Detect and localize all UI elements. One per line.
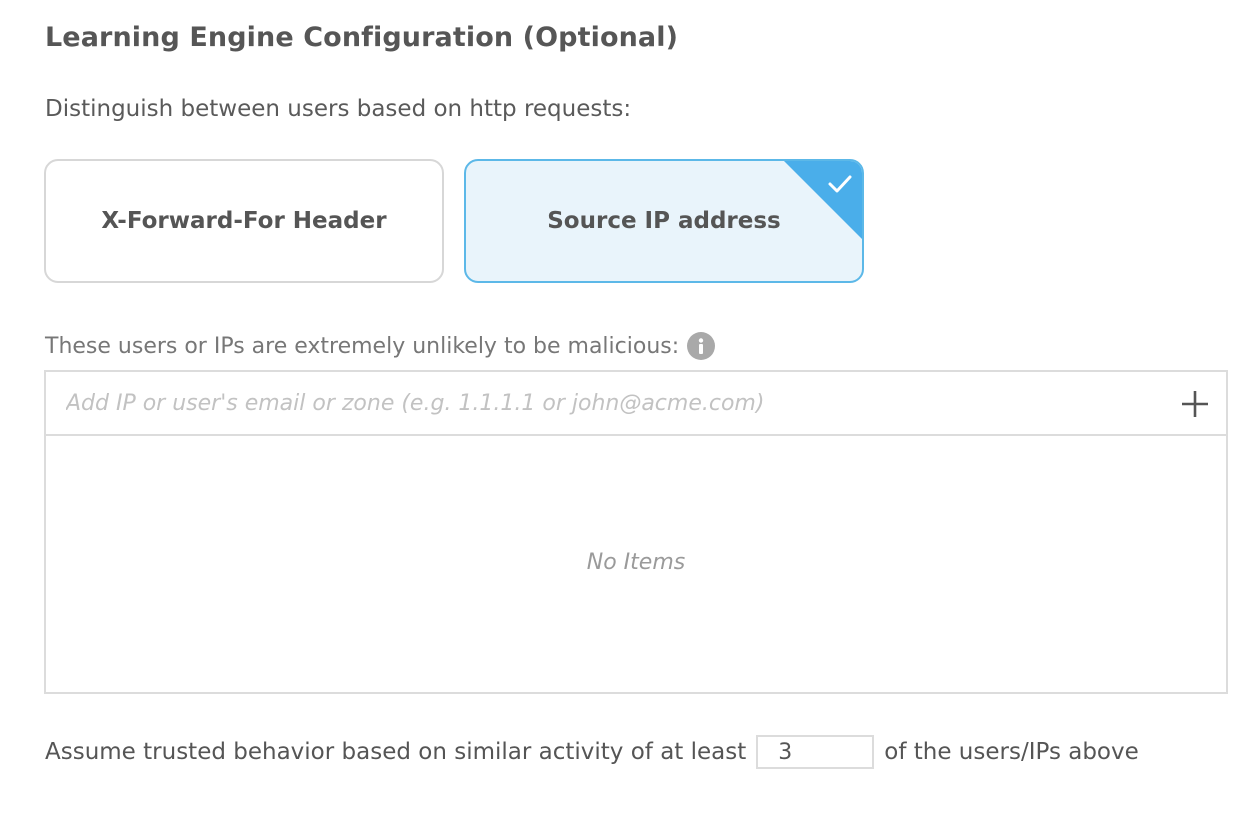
info-icon[interactable]	[687, 332, 716, 360]
selected-checkmark-icon	[784, 161, 862, 239]
option-source-ip-address[interactable]: Source IP address	[464, 159, 864, 283]
threshold-input[interactable]	[756, 735, 875, 769]
add-trusted-item-input[interactable]	[66, 372, 1146, 434]
option-x-forward-for-header[interactable]: X-Forward-For Header	[44, 159, 444, 283]
option-label: X-Forward-For Header	[101, 208, 387, 234]
trusted-users-list: No Items	[44, 370, 1228, 694]
threshold-suffix: of the users/IPs above	[884, 739, 1139, 765]
trusted-users-label: These users or IPs are extremely unlikel…	[45, 332, 716, 360]
threshold-row: Assume trusted behavior based on similar…	[45, 734, 1139, 770]
distinguish-label: Distinguish between users based on http …	[45, 96, 632, 122]
add-item-row	[46, 372, 1226, 436]
section-title: Learning Engine Configuration (Optional)	[45, 22, 679, 53]
trusted-users-label-text: These users or IPs are extremely unlikel…	[45, 333, 680, 359]
threshold-prefix: Assume trusted behavior based on similar…	[45, 739, 747, 765]
empty-list-message: No Items	[586, 550, 686, 575]
option-label: Source IP address	[547, 208, 781, 234]
plus-icon[interactable]	[1180, 389, 1210, 419]
